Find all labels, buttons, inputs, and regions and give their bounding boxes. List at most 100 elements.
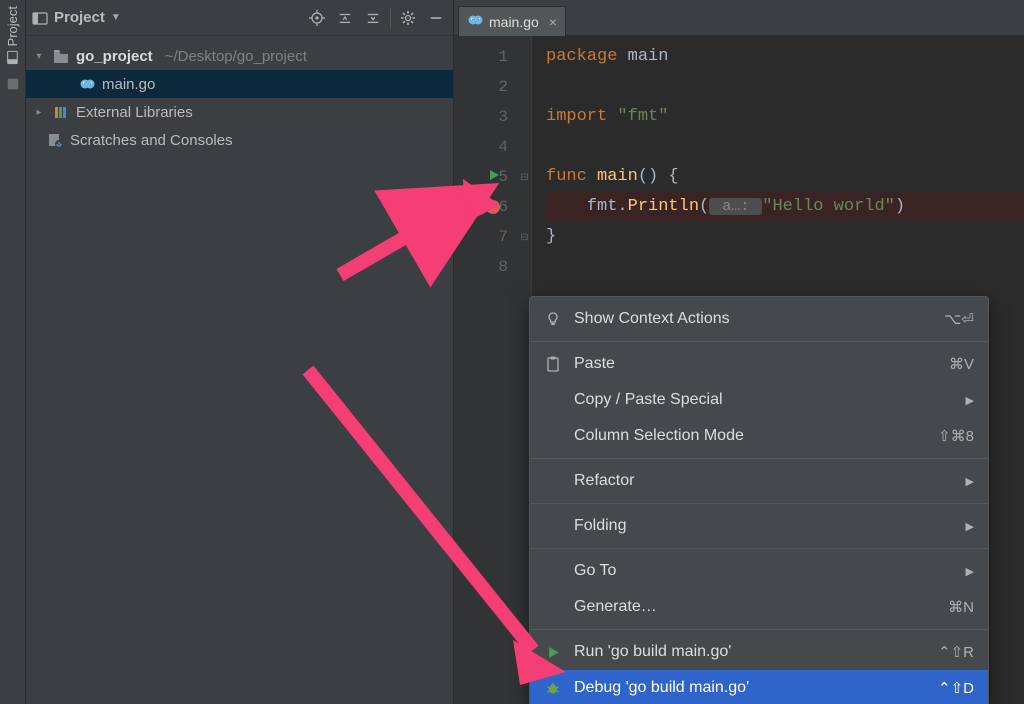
menu-item-label: Debug 'go build main.go' — [574, 679, 926, 697]
chevron-right-icon: ▶ — [966, 394, 974, 407]
menu-separator — [530, 458, 988, 459]
context-menu[interactable]: Show Context Actions ⌥⏎ Paste ⌘V Copy / Past… — [529, 296, 989, 704]
minimize-icon — [429, 11, 443, 25]
folder-icon — [52, 47, 70, 65]
chevron-right-icon[interactable]: ▸ — [32, 107, 46, 118]
menu-separator — [530, 503, 988, 504]
gutter-line[interactable]: 8 — [454, 252, 518, 282]
run-icon — [544, 643, 562, 661]
code-line — [546, 132, 1024, 162]
panel-hide-button[interactable] — [425, 7, 447, 29]
menu-item[interactable]: Show Context Actions ⌥⏎ — [530, 301, 988, 337]
go-file-icon — [78, 75, 96, 93]
go-file-icon — [467, 12, 483, 31]
project-rail-icon — [6, 50, 20, 64]
target-icon — [309, 10, 325, 26]
menu-item[interactable]: Column Selection Mode ⇧⌘8 — [530, 418, 988, 454]
menu-item-label: Go To — [574, 562, 954, 580]
chevron-right-icon: ▶ — [966, 475, 974, 488]
menu-item[interactable]: Refactor ▶ — [530, 463, 988, 499]
gutter-line[interactable]: 1 — [454, 42, 518, 72]
gutter-line[interactable]: 7 — [454, 222, 518, 252]
menu-shortcut: ⌘N — [948, 598, 974, 616]
project-tree[interactable]: ▾ go_project ~/Desktop/go_project main.g… — [26, 36, 453, 704]
tree-scratch-row[interactable]: Scratches and Consoles — [26, 126, 453, 154]
menu-item[interactable]: Copy / Paste Special ▶ — [530, 382, 988, 418]
gutter-line[interactable]: 3 — [454, 102, 518, 132]
run-gutter-icon[interactable] — [488, 168, 500, 186]
tree-file-row[interactable]: main.go — [26, 70, 453, 98]
editor-tabs: main.go × — [454, 0, 1024, 36]
locate-button[interactable] — [306, 7, 328, 29]
fold-close-icon[interactable]: ⊟ — [518, 222, 531, 252]
gutter-line[interactable]: 6 — [454, 192, 518, 222]
expand-all-button[interactable] — [334, 7, 356, 29]
project-rail-label: Project — [5, 6, 20, 46]
project-view-selector[interactable]: Project ▼ — [32, 9, 121, 26]
menu-item-label: Folding — [574, 517, 954, 535]
editor-tab[interactable]: main.go × — [458, 6, 566, 36]
code-line: fmt.Println( a…: "Hello world") — [546, 192, 1024, 222]
code-line — [546, 72, 1024, 102]
gutter-line[interactable]: 4 — [454, 132, 518, 162]
menu-item[interactable]: Debug 'go build main.go' ⌃⇧D — [530, 670, 988, 704]
chevron-right-icon: ▶ — [966, 565, 974, 578]
menu-item[interactable]: Folding ▶ — [530, 508, 988, 544]
menu-shortcut: ⌃⇧R — [938, 643, 974, 661]
gutter-line[interactable]: 2 — [454, 72, 518, 102]
line-gutter[interactable]: 1 2 3 4 5 6 7 8 — [454, 36, 518, 704]
project-panel: Project ▼ ▾ go_project ~/Desktop/go_proj… — [26, 0, 454, 704]
menu-item-label: Refactor — [574, 472, 954, 490]
paste-icon — [544, 355, 562, 373]
code-line — [546, 252, 1024, 282]
gutter-line[interactable]: 5 — [454, 162, 518, 192]
breakpoint-icon[interactable] — [486, 200, 500, 214]
bulb-icon — [544, 310, 562, 328]
menu-item[interactable]: Generate… ⌘N — [530, 589, 988, 625]
close-icon[interactable]: × — [549, 14, 557, 30]
code-line: func main() { — [546, 162, 1024, 192]
menu-shortcut: ⇧⌘8 — [938, 427, 974, 445]
chevron-right-icon: ▶ — [966, 520, 974, 533]
menu-separator — [530, 341, 988, 342]
menu-item-label: Paste — [574, 355, 937, 373]
tool-window-rail: Project — [0, 0, 26, 704]
gear-icon — [400, 10, 416, 26]
tree-ext-lib-row[interactable]: ▸ External Libraries — [26, 98, 453, 126]
menu-item[interactable]: Paste ⌘V — [530, 346, 988, 382]
collapse-icon — [366, 11, 380, 25]
structure-rail-icon[interactable] — [5, 76, 21, 92]
param-hint: a…: — [709, 198, 762, 215]
tree-file-name: main.go — [102, 76, 155, 93]
fold-open-icon[interactable]: ⊟ — [518, 162, 531, 192]
menu-shortcut: ⌘V — [949, 355, 974, 373]
menu-separator — [530, 548, 988, 549]
project-header-icon — [32, 10, 48, 26]
project-panel-title: Project — [54, 9, 105, 26]
menu-item-label: Run 'go build main.go' — [574, 643, 926, 661]
scratch-icon — [46, 131, 64, 149]
project-panel-header: Project ▼ — [26, 0, 453, 36]
menu-item[interactable]: Run 'go build main.go' ⌃⇧R — [530, 634, 988, 670]
menu-item[interactable]: Go To ▶ — [530, 553, 988, 589]
code-line: import "fmt" — [546, 102, 1024, 132]
collapse-all-button[interactable] — [362, 7, 384, 29]
tree-root-row[interactable]: ▾ go_project ~/Desktop/go_project — [26, 42, 453, 70]
menu-item-label: Copy / Paste Special — [574, 391, 954, 409]
menu-item-label: Show Context Actions — [574, 310, 932, 328]
project-tool-button[interactable]: Project — [5, 6, 20, 64]
menu-separator — [530, 629, 988, 630]
panel-settings-button[interactable] — [397, 7, 419, 29]
code-line: package main — [546, 42, 1024, 72]
tree-root-name: go_project — [76, 48, 153, 65]
menu-item-label: Generate… — [574, 598, 936, 616]
library-icon — [52, 103, 70, 121]
menu-shortcut: ⌥⏎ — [944, 310, 974, 328]
menu-item-label: Column Selection Mode — [574, 427, 926, 445]
editor-tab-label: main.go — [489, 14, 539, 30]
chevron-down-icon[interactable]: ▾ — [32, 51, 46, 62]
tree-scratch-name: Scratches and Consoles — [70, 132, 233, 149]
menu-shortcut: ⌃⇧D — [938, 679, 974, 697]
tree-ext-name: External Libraries — [76, 104, 193, 121]
tree-root-path: ~/Desktop/go_project — [165, 48, 307, 65]
